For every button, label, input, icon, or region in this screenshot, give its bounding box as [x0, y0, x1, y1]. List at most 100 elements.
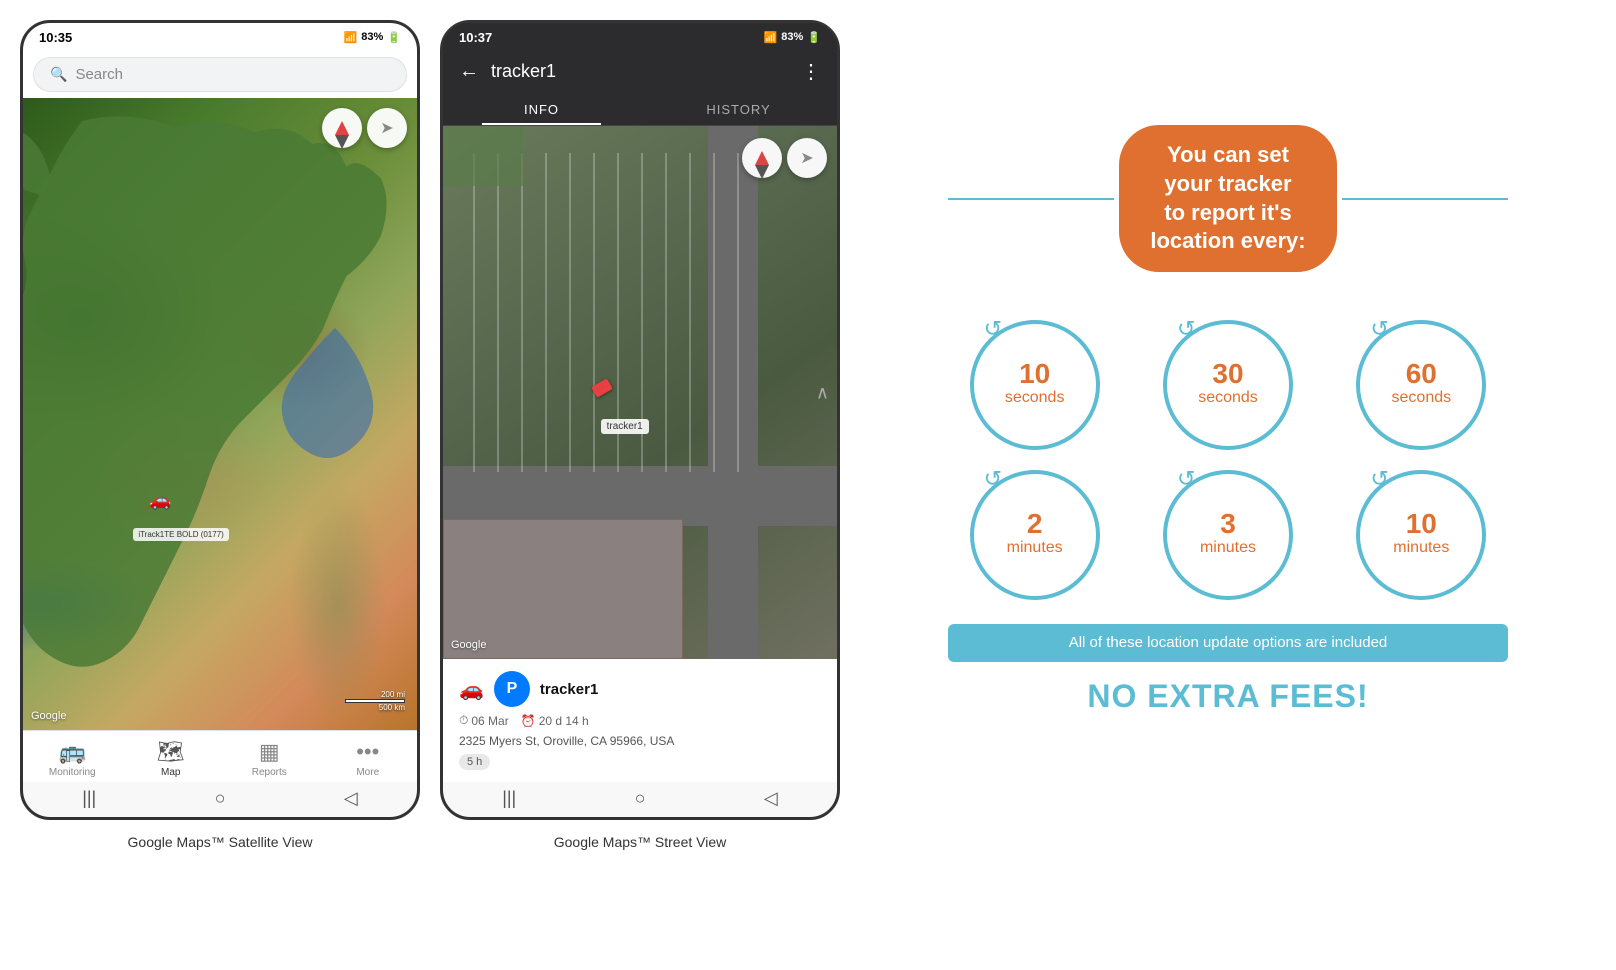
- circle-30-unit: seconds: [1198, 388, 1258, 409]
- compass2-button[interactable]: [742, 138, 782, 178]
- satellite-map[interactable]: ➤ 🚗 iTrack1TE BOLD (0177) Google 200 mi …: [23, 98, 417, 730]
- tracker-title: tracker1: [491, 61, 789, 82]
- reports-label: Reports: [252, 767, 287, 778]
- nav-more[interactable]: ••• More: [319, 739, 418, 778]
- right-panel: You can set your tracker to report it's …: [860, 20, 1596, 820]
- divider-row-top: You can set your tracker to report it's …: [948, 125, 1508, 271]
- info-card: You can set your tracker to report it's …: [948, 125, 1508, 714]
- phone2-wrapper: 10:37 📶 83% 🔋 ← tracker1 ⋮ INFO HISTORY: [440, 20, 840, 850]
- circle-30sec: 30 seconds: [1163, 320, 1293, 450]
- circle-3min: 3 minutes: [1163, 470, 1293, 600]
- monitoring-icon: 🚌: [59, 739, 86, 765]
- gesture-back-icon[interactable]: |||: [82, 788, 96, 809]
- circles-grid: 10 seconds 30 seconds 60 seconds 2 minut…: [948, 320, 1508, 600]
- search-placeholder: Search: [75, 66, 123, 83]
- back-button[interactable]: ←: [459, 60, 479, 83]
- tracker-label: iTrack1TE BOLD (0177): [133, 528, 229, 541]
- circle-10-number: 10: [1019, 360, 1050, 388]
- circle-10m-number: 10: [1406, 510, 1437, 538]
- info-header: 🚗 P tracker1: [459, 671, 821, 707]
- compass-arrow-icon: [335, 121, 349, 135]
- phone2-caption: Google Maps™ Street View: [554, 834, 727, 850]
- duration-icon: ⏰: [521, 714, 536, 728]
- aerial-map[interactable]: tracker1 ➤ Google ∧: [443, 126, 837, 659]
- search-bar-row: 🔍 Search: [23, 51, 417, 98]
- tab-info[interactable]: INFO: [443, 92, 640, 125]
- compass-button[interactable]: [322, 108, 362, 148]
- circle-3-number: 3: [1220, 510, 1236, 538]
- search-bar[interactable]: 🔍 Search: [33, 57, 407, 92]
- gesture-recents-icon[interactable]: ◁: [344, 788, 358, 809]
- gesture2-back-icon[interactable]: |||: [502, 788, 516, 809]
- circle-60-number: 60: [1406, 360, 1437, 388]
- direction2-button[interactable]: ➤: [787, 138, 827, 178]
- gesture-home-icon[interactable]: ○: [215, 788, 226, 809]
- circle-60-unit: seconds: [1392, 388, 1452, 409]
- road-horizontal: [443, 466, 837, 526]
- circle-60sec: 60 seconds: [1356, 320, 1486, 450]
- circle-10-unit: seconds: [1005, 388, 1065, 409]
- info-duration: ⏰ 20 d 14 h: [521, 714, 589, 728]
- gesture2-recents-icon[interactable]: ◁: [764, 788, 778, 809]
- circle-10sec: 10 seconds: [970, 320, 1100, 450]
- headline-line1: You can set your tracker to report it's …: [1147, 141, 1308, 255]
- building: [443, 519, 683, 659]
- gesture2-home-icon[interactable]: ○: [635, 788, 646, 809]
- nav-map[interactable]: 🗺 Map: [122, 739, 221, 778]
- tab-history-label: HISTORY: [706, 102, 770, 117]
- info-tracker-name: tracker1: [540, 681, 598, 698]
- signal-icon: 📶: [344, 31, 358, 44]
- info-address: 2325 Myers St, Oroville, CA 95966, USA: [459, 734, 821, 748]
- tracker-avatar: P: [494, 671, 530, 707]
- included-banner: All of these location update options are…: [948, 624, 1508, 662]
- map-icon: 🗺: [157, 739, 185, 765]
- direction-button[interactable]: ➤: [367, 108, 407, 148]
- reports-icon: ▦: [259, 739, 280, 765]
- phone2: 10:37 📶 83% 🔋 ← tracker1 ⋮ INFO HISTORY: [440, 20, 840, 820]
- parking-lines: [451, 153, 739, 473]
- scale-bottom: 500 km: [379, 703, 405, 712]
- nav-monitoring[interactable]: 🚌 Monitoring: [23, 739, 122, 778]
- tracker-marker: 🚗: [149, 490, 171, 512]
- car-marker-icon: 🚗: [149, 490, 171, 510]
- parking-lot: tracker1: [443, 126, 837, 659]
- phone1-status-icons: 📶 83% 🔋: [344, 31, 401, 44]
- avatar-letter: P: [507, 680, 518, 698]
- nav-reports[interactable]: ▦ Reports: [220, 739, 319, 778]
- tracker1-map-label: tracker1: [601, 419, 649, 434]
- gesture-bar-2: ||| ○ ◁: [443, 782, 837, 817]
- included-text: All of these location update options are…: [1069, 634, 1388, 651]
- compass2-arrow-icon: [755, 151, 769, 165]
- circle-3-unit: minutes: [1200, 538, 1256, 559]
- phone1-caption: Google Maps™ Satellite View: [128, 834, 313, 850]
- bottom-nav: 🚌 Monitoring 🗺 Map ▦ Reports ••• More: [23, 730, 417, 782]
- phone1: 10:35 📶 83% 🔋 🔍 Search: [20, 20, 420, 820]
- clock-icon: ⏱: [459, 713, 468, 728]
- phone2-header: ← tracker1 ⋮: [443, 51, 837, 92]
- circle-2-number: 2: [1027, 510, 1043, 538]
- battery-icon: 🔋: [387, 31, 401, 44]
- direction2-icon: ➤: [800, 148, 813, 168]
- circle-30-number: 30: [1212, 360, 1243, 388]
- tab-history[interactable]: HISTORY: [640, 92, 837, 125]
- phone1-time: 10:35: [39, 30, 72, 45]
- search-icon: 🔍: [50, 66, 67, 83]
- more-menu-button[interactable]: ⋮: [801, 59, 821, 84]
- battery-text: 83%: [361, 31, 383, 43]
- circle-10min: 10 minutes: [1356, 470, 1486, 600]
- phone1-wrapper: 10:35 📶 83% 🔋 🔍 Search: [20, 20, 420, 850]
- info-panel: 🚗 P tracker1 ⏱ 06 Mar ⏰ 20 d 14 h 2325 M…: [443, 659, 837, 782]
- continent-svg: [23, 98, 417, 730]
- green-area: [443, 126, 523, 186]
- monitoring-label: Monitoring: [49, 767, 96, 778]
- time-badge: 5 h: [459, 754, 490, 770]
- no-fees-text: NO EXTRA FEES!: [948, 678, 1508, 715]
- phone1-status-bar: 10:35 📶 83% 🔋: [23, 23, 417, 51]
- circle-2min: 2 minutes: [970, 470, 1100, 600]
- scale-bar: 200 mi 500 km: [345, 690, 405, 712]
- google-logo-1: Google: [31, 710, 66, 722]
- info-date: ⏱ 06 Mar: [459, 713, 509, 728]
- phone2-battery-icon: 🔋: [807, 31, 821, 44]
- gesture-bar-1: ||| ○ ◁: [23, 782, 417, 817]
- phone2-signal-icon: 📶: [764, 31, 778, 44]
